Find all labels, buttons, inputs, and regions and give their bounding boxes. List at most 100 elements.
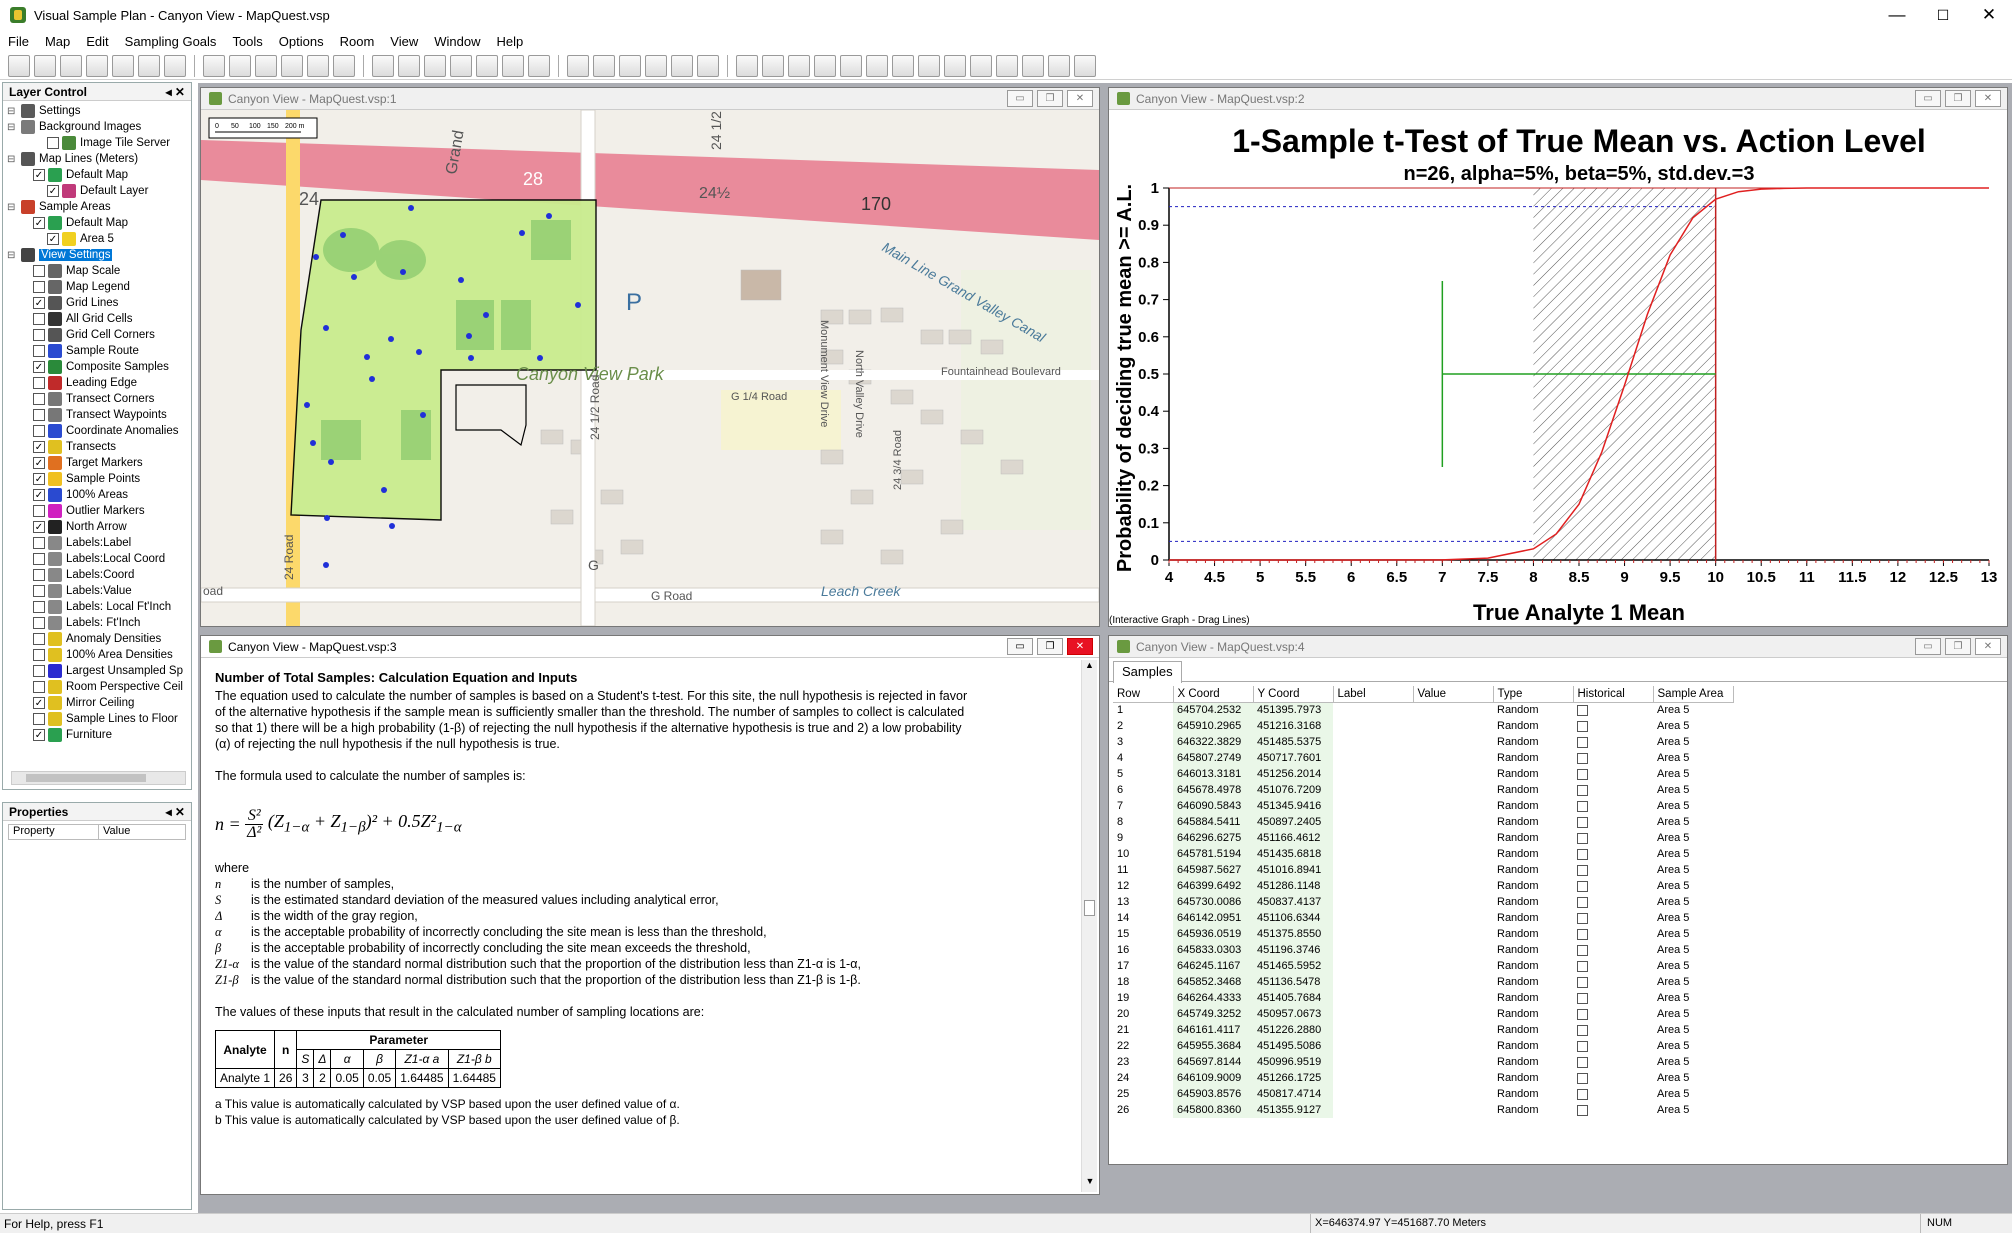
column-header-x-coord[interactable]: X Coord [1173,686,1254,703]
layer-checkbox[interactable] [33,425,45,437]
rows-icon[interactable] [996,54,1018,77]
layer-item-leading-edge[interactable]: Leading Edge [7,375,191,391]
zoom-out-icon[interactable] [788,54,810,77]
zoom-in-icon[interactable] [762,54,784,77]
layer-item-transect-corners[interactable]: Transect Corners [7,391,191,407]
historical-checkbox[interactable] [1577,816,1588,828]
window-restore-icon[interactable]: ❐ [1037,638,1063,655]
expand-icon[interactable]: ⊟ [7,202,19,213]
window-close-icon[interactable]: ✕ [1067,638,1093,655]
grid-icon[interactable] [281,54,303,77]
line-icon[interactable] [567,54,589,77]
table-row[interactable]: 2 645910.2965 451216.3168 Random Area 5 [1113,718,1733,734]
window-restore-icon[interactable]: ❐ [1945,638,1971,655]
minimize-button[interactable]: — [1874,0,1920,30]
historical-cell[interactable] [1573,1070,1653,1086]
open-icon[interactable] [34,54,56,77]
historical-checkbox[interactable] [1577,784,1588,796]
menu-view[interactable]: View [382,34,426,49]
historical-checkbox[interactable] [1577,800,1588,812]
samples-window-titlebar[interactable]: Canyon View - MapQuest.vsp:4 ▭ ❐ ✕ [1109,636,2007,658]
historical-cell[interactable] [1573,718,1653,734]
flag-icon[interactable] [424,54,446,77]
report-icon[interactable] [255,54,277,77]
layer-checkbox[interactable] [33,665,45,677]
window-icon[interactable] [1048,54,1070,77]
historical-checkbox[interactable] [1577,1008,1588,1020]
layer-checkbox[interactable] [33,313,45,325]
scroll-down-icon[interactable]: ▼ [1082,1176,1098,1192]
menu-sampling-goals[interactable]: Sampling Goals [117,34,225,49]
historical-checkbox[interactable] [1577,1088,1588,1100]
layer-item-outlier-markers[interactable]: Outlier Markers [7,503,191,519]
forward-icon[interactable] [840,54,862,77]
fit-icon[interactable] [918,54,940,77]
layer-item-100-area-densities[interactable]: 100% Area Densities [7,647,191,663]
historical-cell[interactable] [1573,830,1653,846]
marker-icon[interactable] [398,54,420,77]
table-row[interactable]: 18 645852.3468 451136.5478 Random Area 5 [1113,974,1733,990]
historical-checkbox[interactable] [1577,944,1588,956]
layer-item-labels-local-coord[interactable]: Labels:Local Coord [7,551,191,567]
historical-cell[interactable] [1573,942,1653,958]
layer-checkbox[interactable] [33,345,45,357]
map-canvas[interactable]: 0 50 100 150 200 m Grand 24 28 24½ 170 2… [201,110,1099,626]
window-minimize-icon[interactable]: ▭ [1915,90,1941,107]
layer-checkbox[interactable] [33,617,45,629]
historical-checkbox[interactable] [1577,768,1588,780]
historical-cell[interactable] [1573,862,1653,878]
export-icon[interactable] [502,54,524,77]
layer-checkbox[interactable]: ✓ [33,169,45,181]
historical-checkbox[interactable] [1577,864,1588,876]
table-row[interactable]: 6 645678.4978 451076.7209 Random Area 5 [1113,782,1733,798]
table-row[interactable]: 12 646399.6492 451286.1148 Random Area 5 [1113,878,1733,894]
layer-checkbox[interactable] [33,409,45,421]
historical-cell[interactable] [1573,1086,1653,1102]
historical-checkbox[interactable] [1577,1072,1588,1084]
maximize-button[interactable]: ☐ [1920,0,1966,30]
window-restore-icon[interactable]: ❐ [1945,90,1971,107]
back-icon[interactable] [814,54,836,77]
historical-checkbox[interactable] [1577,912,1588,924]
historical-cell[interactable] [1573,1022,1653,1038]
menu-options[interactable]: Options [271,34,332,49]
historical-cell[interactable] [1573,798,1653,814]
help-icon[interactable] [528,54,550,77]
layer-item-background-images[interactable]: ⊟ Background Images [7,119,191,135]
window-restore-icon[interactable]: ❐ [1037,90,1063,107]
close-button[interactable]: ✕ [1966,0,2012,30]
historical-cell[interactable] [1573,990,1653,1006]
layer-item-sample-lines-to-floor[interactable]: Sample Lines to Floor [7,711,191,727]
table-row[interactable]: 10 645781.5194 451435.6818 Random Area 5 [1113,846,1733,862]
rect-icon[interactable] [593,54,615,77]
table-row[interactable]: 15 645936.0519 451375.8550 Random Area 5 [1113,926,1733,942]
table-row[interactable]: 14 646142.0951 451106.6344 Random Area 5 [1113,910,1733,926]
image-icon[interactable] [333,54,355,77]
settings-icon[interactable] [138,54,160,77]
historical-checkbox[interactable] [1577,1104,1588,1116]
layer-item-target-markers[interactable]: ✓ Target Markers [7,455,191,471]
layer-item-default-layer[interactable]: ✓ Default Layer [7,183,191,199]
layer-checkbox[interactable] [33,505,45,517]
table-row[interactable]: 22 645955.3684 451495.5086 Random Area 5 [1113,1038,1733,1054]
expand-icon[interactable]: ⊟ [7,122,19,133]
layer-checkbox[interactable]: ✓ [33,697,45,709]
window-close-icon[interactable]: ✕ [1067,90,1093,107]
layer-checkbox[interactable]: ✓ [33,473,45,485]
historical-checkbox[interactable] [1577,848,1588,860]
table-row[interactable]: 1 645704.2532 451395.7973 Random Area 5 [1113,702,1733,718]
table-row[interactable]: 8 645884.5411 450897.2405 Random Area 5 [1113,814,1733,830]
scroll-up-icon[interactable]: ▲ [1082,660,1097,676]
layer-checkbox[interactable]: ✓ [33,489,45,501]
new-icon[interactable] [8,54,30,77]
layer-checkbox[interactable]: ✓ [33,441,45,453]
historical-checkbox[interactable] [1577,928,1588,940]
historical-cell[interactable] [1573,814,1653,830]
historical-cell[interactable] [1573,878,1653,894]
layer-item-mirror-ceiling[interactable]: ✓ Mirror Ceiling [7,695,191,711]
historical-cell[interactable] [1573,1054,1653,1070]
table-row[interactable]: 20 645749.3252 450957.0673 Random Area 5 [1113,1006,1733,1022]
layer-item-sample-route[interactable]: Sample Route [7,343,191,359]
layer-checkbox[interactable] [47,137,59,149]
historical-checkbox[interactable] [1577,704,1588,716]
